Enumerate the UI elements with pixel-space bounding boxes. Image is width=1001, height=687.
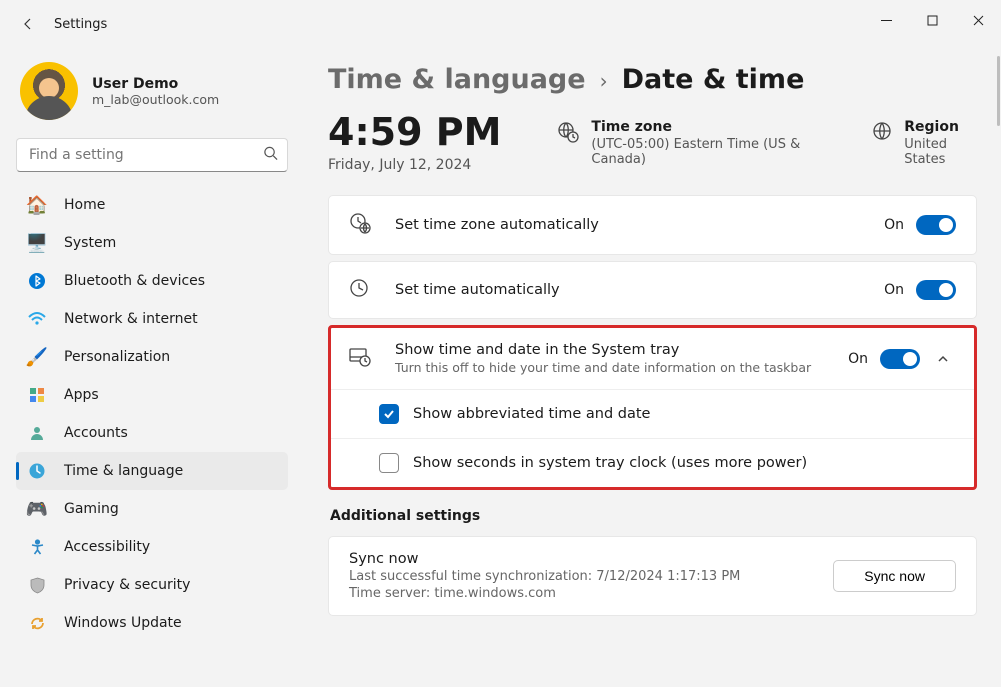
sub-label: Show seconds in system tray clock (uses … bbox=[413, 455, 807, 471]
sync-now-button[interactable]: Sync now bbox=[833, 560, 956, 592]
row-show-seconds[interactable]: Show seconds in system tray clock (uses … bbox=[331, 438, 974, 487]
current-time: 4:59 PM bbox=[328, 113, 501, 151]
sidebar-item-label: Accessibility bbox=[64, 539, 150, 555]
privacy-icon bbox=[26, 574, 48, 596]
breadcrumb: Time & language › Date & time bbox=[328, 64, 977, 95]
sidebar-item-label: Windows Update bbox=[64, 615, 182, 631]
sidebar-item-windows-update[interactable]: Windows Update bbox=[16, 604, 288, 642]
wifi-icon bbox=[26, 308, 48, 330]
region-value: United States bbox=[904, 137, 977, 167]
row-label: Set time zone automatically bbox=[395, 217, 599, 233]
sidebar-item-privacy[interactable]: Privacy & security bbox=[16, 566, 288, 604]
collapse-button[interactable] bbox=[930, 352, 956, 366]
sidebar-item-personalization[interactable]: 🖌️ Personalization bbox=[16, 338, 288, 376]
sidebar-item-label: Privacy & security bbox=[64, 577, 190, 593]
row-show-tray-clock[interactable]: Show time and date in the System tray Tu… bbox=[331, 328, 974, 389]
breadcrumb-current: Date & time bbox=[622, 64, 805, 95]
profile-block[interactable]: User Demo m_lab@outlook.com bbox=[16, 54, 288, 138]
arrow-left-icon bbox=[20, 16, 36, 32]
sidebar-item-label: Accounts bbox=[64, 425, 128, 441]
profile-email: m_lab@outlook.com bbox=[92, 92, 219, 107]
taskbar-clock-icon bbox=[349, 347, 373, 371]
section-title-additional: Additional settings bbox=[330, 508, 977, 524]
maximize-icon bbox=[927, 15, 938, 26]
checkbox-seconds[interactable] bbox=[379, 453, 399, 473]
sidebar-item-home[interactable]: 🏠 Home bbox=[16, 186, 288, 224]
time-icon bbox=[26, 460, 48, 482]
sidebar-item-accounts[interactable]: Accounts bbox=[16, 414, 288, 452]
avatar bbox=[20, 62, 78, 120]
sidebar-item-time-language[interactable]: Time & language bbox=[16, 452, 288, 490]
toggle-auto-timezone[interactable] bbox=[916, 215, 956, 235]
home-icon: 🏠 bbox=[26, 194, 48, 216]
chevron-up-icon bbox=[936, 352, 950, 366]
timezone-value: (UTC-05:00) Eastern Time (US & Canada) bbox=[591, 137, 816, 167]
system-icon: 🖥️ bbox=[26, 232, 48, 254]
sidebar-item-network[interactable]: Network & internet bbox=[16, 300, 288, 338]
sidebar-item-apps[interactable]: Apps bbox=[16, 376, 288, 414]
sidebar-item-label: Network & internet bbox=[64, 311, 198, 327]
sidebar-item-label: Time & language bbox=[64, 463, 183, 479]
sidebar-item-label: Personalization bbox=[64, 349, 170, 365]
system-tray-group: Show time and date in the System tray Tu… bbox=[328, 325, 977, 490]
row-label: Show time and date in the System tray bbox=[395, 342, 811, 358]
sidebar-item-bluetooth[interactable]: Bluetooth & devices bbox=[16, 262, 288, 300]
sidebar-item-gaming[interactable]: 🎮 Gaming bbox=[16, 490, 288, 528]
row-abbreviated[interactable]: Show abbreviated time and date bbox=[331, 389, 974, 438]
checkbox-abbreviated[interactable] bbox=[379, 404, 399, 424]
current-date: Friday, July 12, 2024 bbox=[328, 157, 501, 173]
toggle-state: On bbox=[884, 217, 904, 233]
region-label: Region bbox=[904, 119, 977, 135]
search-box[interactable] bbox=[16, 138, 288, 172]
row-sync-now: Sync now Last successful time synchroniz… bbox=[328, 536, 977, 616]
close-icon bbox=[973, 15, 984, 26]
toggle-state: On bbox=[848, 351, 868, 367]
globe-icon bbox=[872, 121, 892, 145]
search-input[interactable] bbox=[16, 138, 288, 172]
sidebar-nav: 🏠 Home 🖥️ System Bluetooth & devices Netwo… bbox=[16, 186, 288, 642]
sidebar-item-label: Bluetooth & devices bbox=[64, 273, 205, 289]
minimize-button[interactable] bbox=[863, 4, 909, 36]
back-button[interactable] bbox=[8, 4, 48, 44]
sync-last: Last successful time synchronization: 7/… bbox=[349, 569, 740, 584]
toggle-tray-clock[interactable] bbox=[880, 349, 920, 369]
row-label: Set time automatically bbox=[395, 282, 560, 298]
gaming-icon: 🎮 bbox=[26, 498, 48, 520]
apps-icon bbox=[26, 384, 48, 406]
minimize-icon bbox=[881, 15, 892, 26]
personalization-icon: 🖌️ bbox=[26, 346, 48, 368]
profile-name: User Demo bbox=[92, 76, 219, 92]
timezone-label: Time zone bbox=[591, 119, 816, 135]
sync-title: Sync now bbox=[349, 551, 740, 567]
accessibility-icon bbox=[26, 536, 48, 558]
clock-icon bbox=[349, 278, 373, 302]
maximize-button[interactable] bbox=[909, 4, 955, 36]
breadcrumb-parent[interactable]: Time & language bbox=[328, 64, 586, 95]
chevron-right-icon: › bbox=[600, 69, 608, 93]
sidebar-item-label: System bbox=[64, 235, 116, 251]
bluetooth-icon bbox=[26, 270, 48, 292]
row-desc: Turn this off to hide your time and date… bbox=[395, 360, 811, 375]
update-icon bbox=[26, 612, 48, 634]
close-button[interactable] bbox=[955, 4, 1001, 36]
check-icon bbox=[383, 408, 395, 420]
scrollbar[interactable] bbox=[997, 56, 1000, 126]
sidebar-item-system[interactable]: 🖥️ System bbox=[16, 224, 288, 262]
toggle-state: On bbox=[884, 282, 904, 298]
sub-label: Show abbreviated time and date bbox=[413, 406, 650, 422]
toggle-auto-time[interactable] bbox=[916, 280, 956, 300]
clock-globe-icon bbox=[349, 212, 373, 238]
sync-server: Time server: time.windows.com bbox=[349, 586, 740, 601]
row-auto-timezone[interactable]: Set time zone automatically On bbox=[329, 196, 976, 254]
sidebar-item-label: Gaming bbox=[64, 501, 119, 517]
sidebar-item-label: Home bbox=[64, 197, 105, 213]
sidebar-item-accessibility[interactable]: Accessibility bbox=[16, 528, 288, 566]
sidebar-item-label: Apps bbox=[64, 387, 99, 403]
accounts-icon bbox=[26, 422, 48, 444]
row-auto-time[interactable]: Set time automatically On bbox=[329, 262, 976, 318]
window-title: Settings bbox=[54, 17, 107, 32]
globe-clock-icon bbox=[557, 121, 579, 147]
